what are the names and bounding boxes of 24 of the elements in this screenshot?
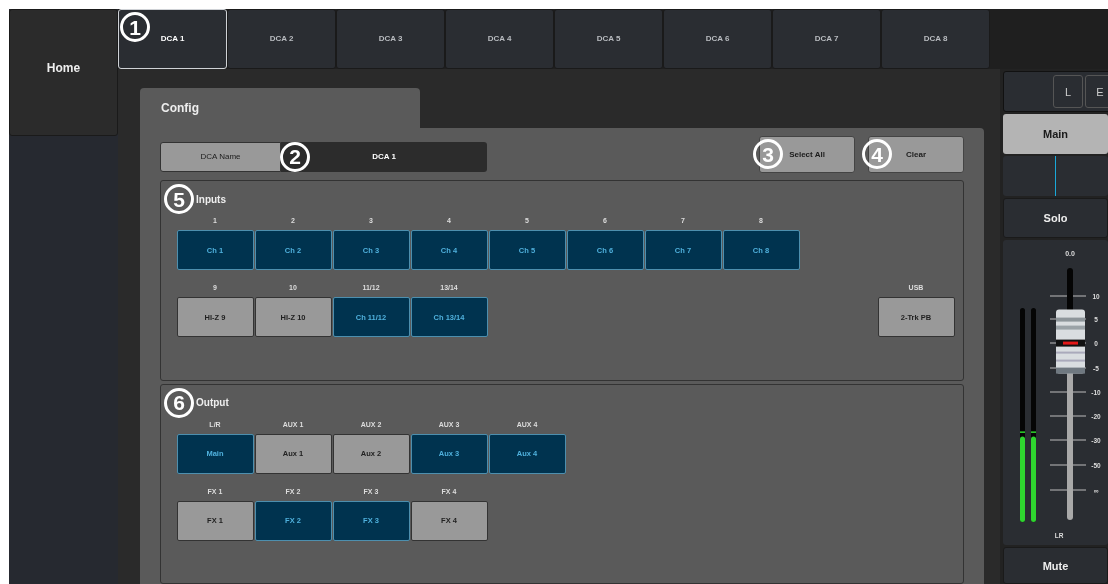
dca-tab[interactable]: DCA 3 xyxy=(336,9,445,69)
dca-tab[interactable]: DCA 7 xyxy=(772,9,881,69)
config-tab[interactable]: Config xyxy=(140,88,420,128)
bus-button[interactable]: Main xyxy=(1003,114,1108,154)
dca-tab[interactable]: DCA 4 xyxy=(445,9,554,69)
callout-number: 2 xyxy=(280,141,310,172)
callout-number: 5 xyxy=(164,184,194,214)
field-label: DCA Name xyxy=(160,141,281,172)
callout-number: 6 xyxy=(164,387,194,418)
home-button[interactable]: Home xyxy=(9,9,118,136)
dca-tab[interactable]: DCA 6 xyxy=(663,9,772,69)
dca-tab[interactable]: DCA 2 xyxy=(227,9,336,69)
strip-button[interactable]: L xyxy=(1053,75,1083,108)
section-title: Inputs xyxy=(196,193,226,205)
callout-number: 4 xyxy=(862,139,892,169)
callout-number: 1 xyxy=(120,12,150,42)
dca-tab[interactable]: DCA 8 xyxy=(881,9,990,69)
section-title: Output xyxy=(196,397,229,408)
solo-button[interactable]: Solo xyxy=(1003,198,1108,238)
callout-number: 3 xyxy=(753,139,783,169)
mute-button[interactable]: Mute xyxy=(1003,547,1108,584)
fader-thumb[interactable] xyxy=(1056,309,1085,374)
dca-tab[interactable]: DCA 5 xyxy=(554,9,663,69)
strip-button[interactable]: E xyxy=(1085,75,1108,108)
